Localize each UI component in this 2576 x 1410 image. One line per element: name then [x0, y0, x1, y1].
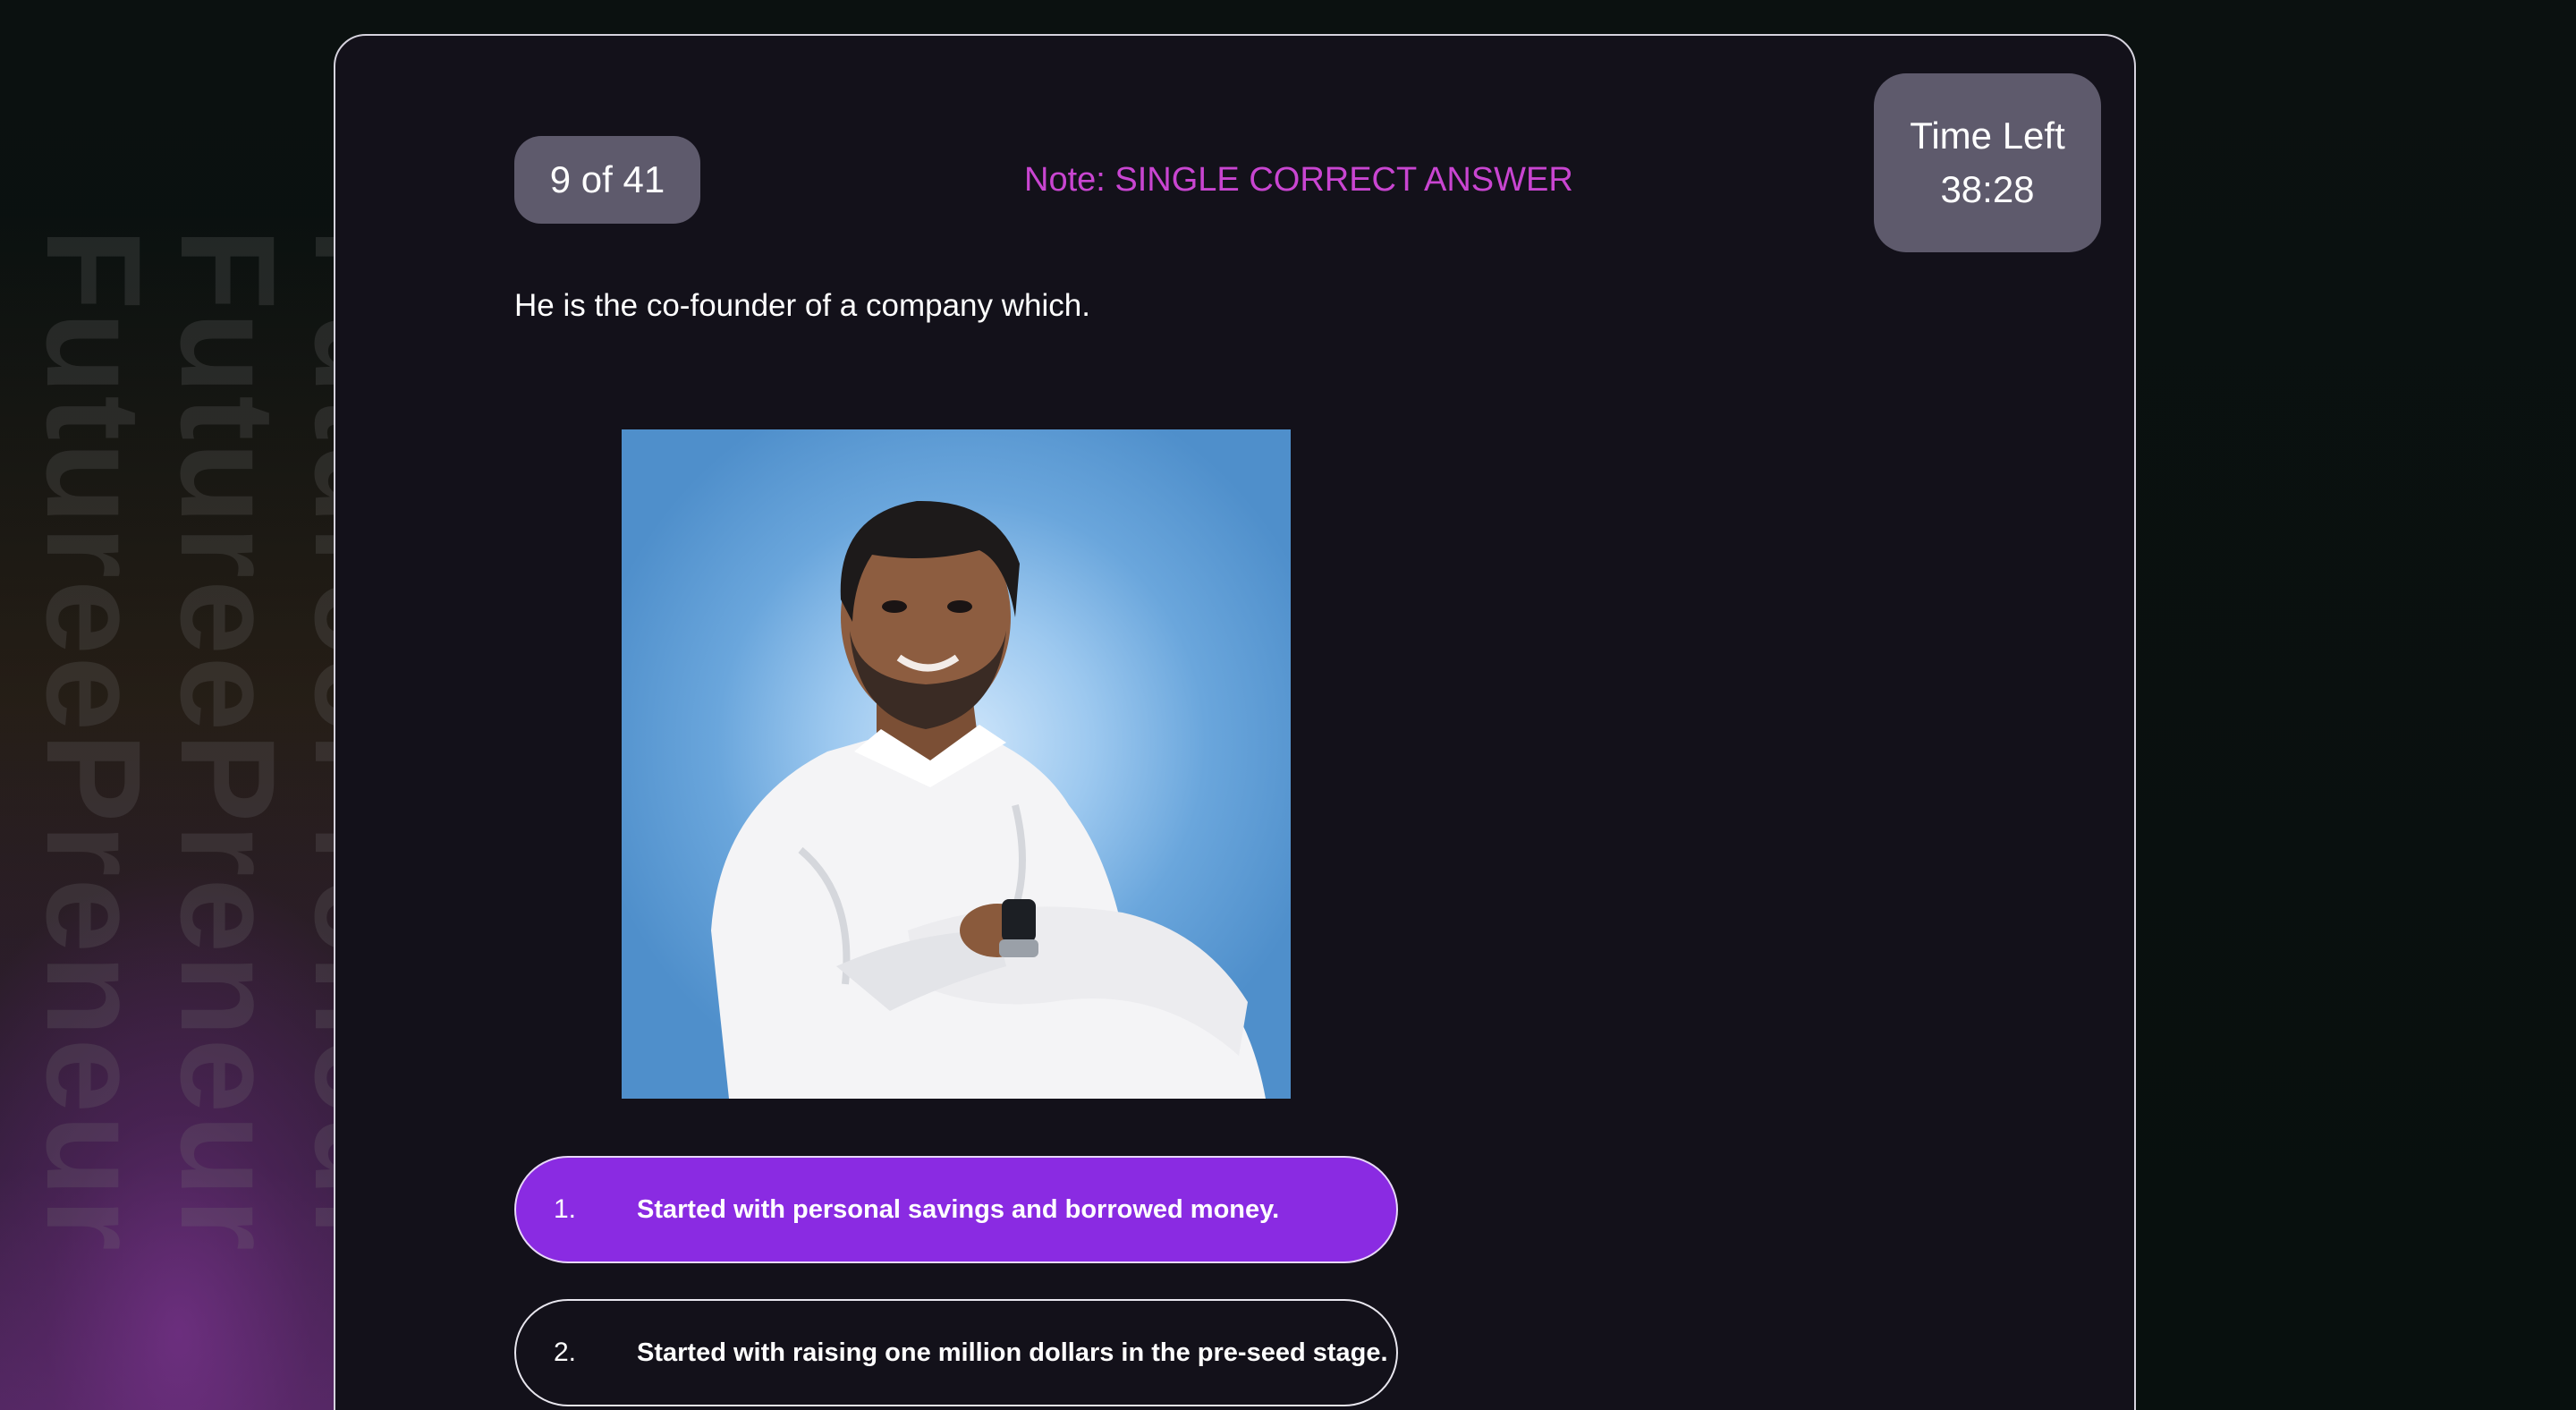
question-card: 9 of 41 Note: SINGLE CORRECT ANSWER Time…	[334, 34, 2136, 1410]
question-counter-badge: 9 of 41	[514, 136, 700, 224]
brand-watermark: FutureePreneur FutureePreneur FutureePre…	[0, 228, 340, 1410]
answer-option-2[interactable]: 2. Started with raising one million doll…	[514, 1299, 1398, 1406]
option-number: 2.	[554, 1338, 577, 1367]
option-number: 1.	[554, 1194, 577, 1224]
timer-value: 38:28	[1940, 168, 2035, 210]
question-photo	[622, 429, 1291, 1099]
option-text: Started with raising one million dollars…	[637, 1338, 1388, 1367]
question-text: He is the co-founder of a company which.	[514, 288, 1090, 323]
time-left-box: Time Left 38:28	[1874, 73, 2101, 252]
timer-label: Time Left	[1910, 115, 2065, 157]
watermark-text: FutureePreneur	[153, 228, 303, 1253]
answer-option-1[interactable]: 1. Started with personal savings and bor…	[514, 1156, 1398, 1263]
person-portrait-illustration	[711, 500, 1266, 1099]
quiz-page: FutureePreneur FutureePreneur FutureePre…	[0, 0, 2576, 1410]
option-text: Started with personal savings and borrow…	[637, 1194, 1280, 1224]
watermark-text: FutureePreneur	[19, 228, 169, 1253]
answer-type-note: Note: SINGLE CORRECT ANSWER	[1024, 161, 1573, 199]
